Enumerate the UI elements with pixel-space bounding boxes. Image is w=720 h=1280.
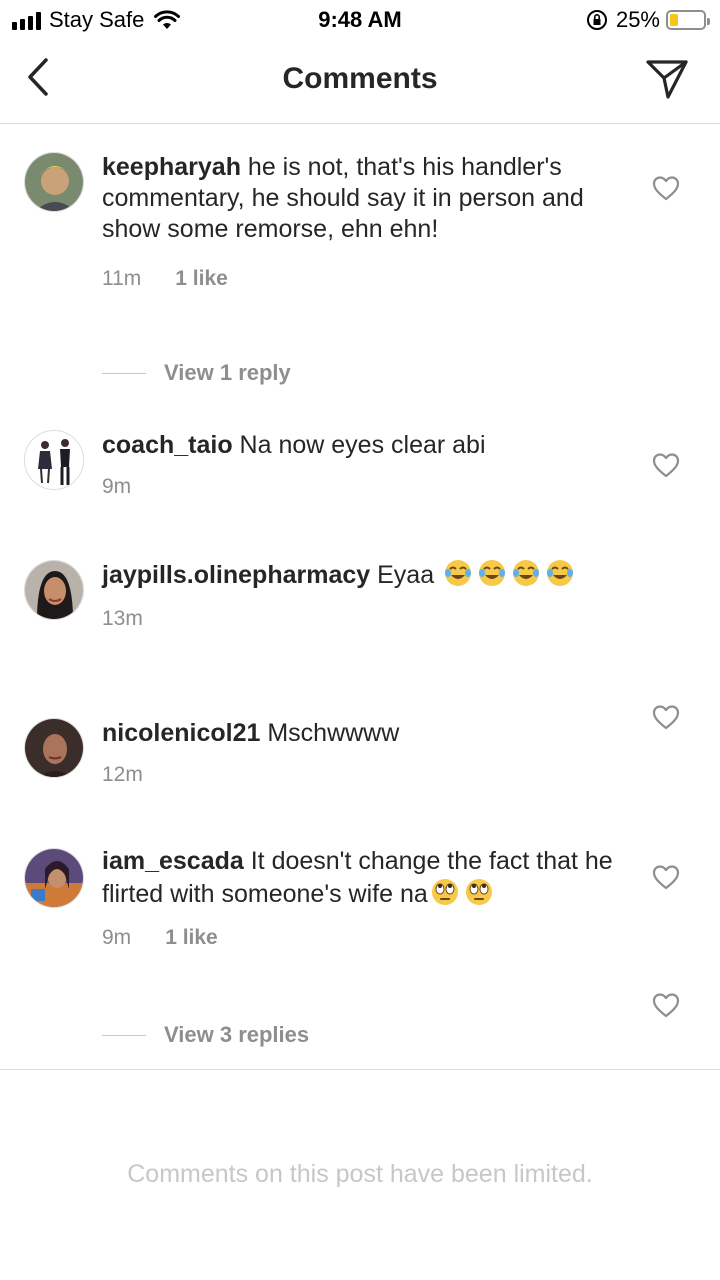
comment-item: keepharyah he is not, that's his handler… (0, 124, 720, 414)
comment-message: Mschwwww (260, 719, 400, 747)
comment-body: coach_taio Na now eyes clear abi 9m (102, 430, 622, 499)
tears-of-joy-emoji-icon (513, 560, 540, 586)
avatar[interactable] (24, 560, 84, 620)
comment-text: iam_escada It doesn't change the fact th… (102, 846, 622, 910)
avatar[interactable] (24, 848, 84, 908)
view-replies-button[interactable]: View 3 replies (102, 1022, 309, 1048)
battery-percentage: 25% (615, 7, 660, 32)
comment-text: keepharyah he is not, that's his handler… (102, 152, 622, 245)
page-title: Comments (282, 62, 438, 95)
divider-line (102, 1034, 146, 1036)
comment-item: jaypills.olinepharmacy Eyaa 13m (0, 558, 720, 730)
rolling-eyes-emoji-icon (465, 879, 492, 905)
heart-icon[interactable] (652, 175, 680, 201)
comment-username[interactable]: iam_escada (102, 847, 244, 875)
comment-time: 12m (102, 763, 143, 786)
comment-username[interactable]: nicolenicol21 (102, 719, 260, 747)
avatar[interactable] (24, 718, 84, 778)
send-direct-icon[interactable] (644, 56, 690, 102)
view-replies-label: View 1 reply (164, 360, 291, 385)
comment-meta: 11m 1 like (102, 267, 622, 291)
comment-meta: 13m (102, 607, 622, 631)
heart-icon[interactable] (652, 452, 680, 478)
tears-of-joy-emoji-icon (547, 560, 574, 586)
comment-body: keepharyah he is not, that's his handler… (102, 152, 622, 291)
view-replies-button[interactable]: View 1 reply (102, 360, 291, 386)
comment-text: nicolenicol21 Mschwwww (102, 718, 622, 749)
view-replies-label: View 3 replies (164, 1022, 310, 1047)
rolling-eyes-emoji-icon (431, 879, 458, 905)
avatar[interactable] (24, 152, 84, 212)
status-bar: Stay Safe 9:48 AM 25% (0, 0, 720, 42)
comment-meta: 9m 1 like (102, 926, 622, 950)
comment-text: coach_taio Na now eyes clear abi (102, 430, 622, 461)
comment-body: nicolenicol21 Mschwwww 12m (102, 718, 622, 787)
header: Comments (0, 42, 720, 124)
comment-message: Eyaa (370, 561, 442, 589)
avatar[interactable] (24, 430, 84, 490)
status-right: 25% (586, 7, 710, 32)
heart-icon[interactable] (652, 992, 680, 1018)
battery-icon (666, 10, 710, 30)
rotation-lock-icon (586, 10, 607, 30)
battery-level (670, 14, 678, 26)
comment-text: jaypills.olinepharmacy Eyaa (102, 558, 622, 591)
comment-item: iam_escada It doesn't change the fact th… (0, 846, 720, 1076)
comment-time: 9m (102, 926, 132, 949)
comment-username[interactable]: jaypills.olinepharmacy (102, 561, 370, 589)
tears-of-joy-emoji-icon (445, 560, 472, 586)
comment-body: jaypills.olinepharmacy Eyaa 13m (102, 558, 622, 631)
comment-time: 11m (102, 267, 142, 290)
tears-of-joy-emoji-icon (479, 560, 506, 586)
comment-message: Na now eyes clear abi (232, 431, 486, 459)
comment-username[interactable]: keepharyah (102, 153, 241, 181)
comment-time: 13m (102, 607, 143, 630)
divider-line (102, 372, 146, 374)
comment-likes[interactable]: 1 like (175, 267, 228, 291)
comment-item: coach_taio Na now eyes clear abi 9m (0, 430, 720, 550)
comment-meta: 9m (102, 475, 622, 499)
comment-meta: 12m (102, 763, 622, 787)
comment-time: 9m (102, 475, 132, 498)
comment-body: iam_escada It doesn't change the fact th… (102, 846, 622, 950)
footer-divider (0, 1069, 720, 1070)
comment-username[interactable]: coach_taio (102, 431, 233, 459)
comment-likes[interactable]: 1 like (165, 926, 218, 950)
comments-limited-notice: Comments on this post have been limited. (127, 1160, 593, 1188)
comment-item: nicolenicol21 Mschwwww 12m (0, 718, 720, 890)
